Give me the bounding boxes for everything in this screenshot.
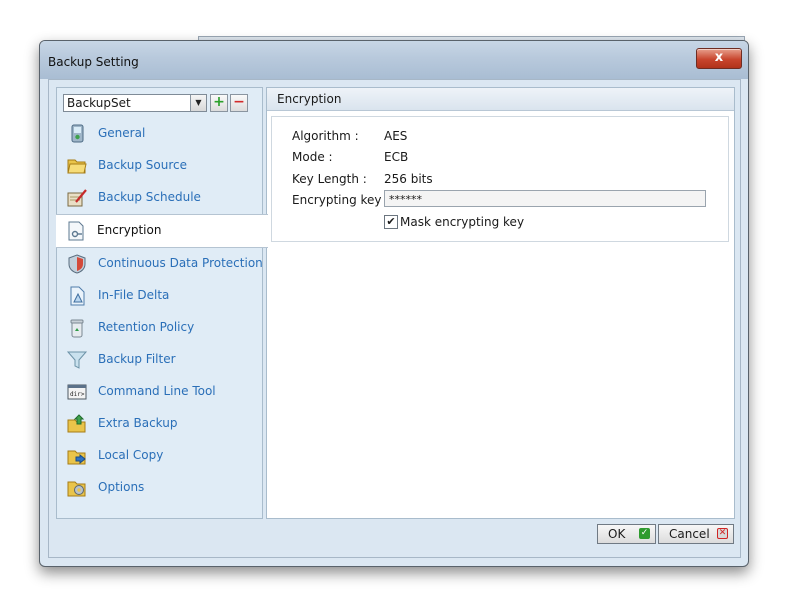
folder-icon	[67, 159, 87, 174]
delta-icon	[70, 286, 85, 306]
cancel-button[interactable]: Cancel ✕	[658, 524, 734, 544]
nav-item-encryption[interactable]: Encryption	[56, 214, 268, 248]
options-icon	[67, 481, 86, 497]
nav-label: In-File Delta	[98, 288, 170, 302]
encrypting-key-label: Encrypting key :	[292, 193, 390, 207]
settings-sidebar: BackupSet ▼ + − General Backup Source Ba…	[56, 87, 268, 519]
nav-item-general[interactable]: General	[57, 118, 262, 150]
extra-backup-icon	[67, 414, 86, 433]
nav-label: Backup Schedule	[98, 190, 201, 204]
nav-label: Retention Policy	[98, 320, 195, 334]
dialog-body: BackupSet ▼ + − General Backup Source Ba…	[48, 79, 741, 558]
title-bar[interactable]: Backup Setting x	[40, 41, 748, 79]
panel-header: Encryption	[267, 88, 734, 111]
nav-item-options[interactable]: Options	[57, 472, 262, 504]
ok-label: OK	[608, 527, 626, 541]
nav-item-backup-source[interactable]: Backup Source	[57, 150, 262, 182]
nav-label: Command Line Tool	[98, 384, 216, 398]
nav-label: Backup Filter	[98, 352, 176, 366]
encryption-icon	[68, 221, 84, 241]
nav-item-in-file-delta[interactable]: In-File Delta	[57, 280, 262, 312]
nav-item-backup-filter[interactable]: Backup Filter	[57, 344, 262, 376]
schedule-icon	[67, 189, 87, 207]
key-length-label: Key Length :	[292, 172, 367, 186]
nav-label: Continuous Data Protection	[98, 256, 263, 270]
ok-button[interactable]: OK ✓	[597, 524, 656, 544]
nav-label: General	[98, 126, 146, 140]
terminal-icon: dir>	[67, 384, 87, 400]
nav-item-retention-policy[interactable]: Retention Policy	[57, 312, 262, 344]
nav-label: Encryption	[97, 223, 162, 237]
close-button[interactable]: x	[696, 48, 742, 69]
nav-item-extra-backup[interactable]: Extra Backup	[57, 408, 262, 440]
nav-item-backup-schedule[interactable]: Backup Schedule	[57, 182, 262, 214]
cancel-label: Cancel	[669, 527, 710, 541]
remove-backupset-button[interactable]: −	[230, 94, 248, 112]
backupset-select[interactable]: BackupSet ▼	[63, 94, 207, 112]
key-length-value: 256 bits	[384, 172, 433, 186]
nav-item-local-copy[interactable]: Local Copy	[57, 440, 262, 472]
algorithm-value: AES	[384, 129, 408, 143]
add-backupset-button[interactable]: +	[210, 94, 228, 112]
panel-title: Encryption	[277, 92, 342, 106]
general-icon	[71, 124, 84, 143]
svg-text:dir>: dir>	[70, 391, 85, 398]
recycle-icon	[70, 319, 84, 338]
dropdown-arrow-icon[interactable]: ▼	[190, 95, 206, 111]
nav-label: Backup Source	[98, 158, 188, 172]
mask-key-checkbox[interactable]: ✔	[384, 215, 398, 229]
backupset-value: BackupSet	[67, 96, 131, 110]
nav-label: Extra Backup	[98, 416, 178, 430]
backup-setting-window: Backup Setting x BackupSet ▼ + − General	[39, 40, 749, 567]
mode-value: ECB	[384, 150, 409, 164]
window-title: Backup Setting	[48, 55, 139, 69]
filter-icon	[67, 351, 87, 369]
encryption-details: Algorithm : AES Mode : ECB Key Length : …	[271, 116, 729, 242]
mask-key-label[interactable]: Mask encrypting key	[400, 215, 524, 229]
mode-label: Mode :	[292, 150, 333, 164]
nav-item-continuous-data-protection[interactable]: Continuous Data Protection	[57, 248, 263, 280]
settings-nav: General Backup Source Backup Schedule En…	[56, 118, 268, 504]
nav-label: Local Copy	[98, 448, 164, 462]
cancel-x-icon: ✕	[717, 528, 728, 539]
local-copy-icon	[67, 450, 86, 465]
settings-content-panel: Encryption Algorithm : AES Mode : ECB Ke…	[266, 87, 735, 519]
shield-icon	[68, 254, 86, 274]
checkmark-icon: ✓	[639, 528, 650, 539]
nav-label: Options	[98, 480, 145, 494]
algorithm-label: Algorithm :	[292, 129, 359, 143]
encrypting-key-field[interactable]: ******	[384, 190, 706, 207]
nav-item-command-line-tool[interactable]: dir> Command Line Tool	[57, 376, 262, 408]
